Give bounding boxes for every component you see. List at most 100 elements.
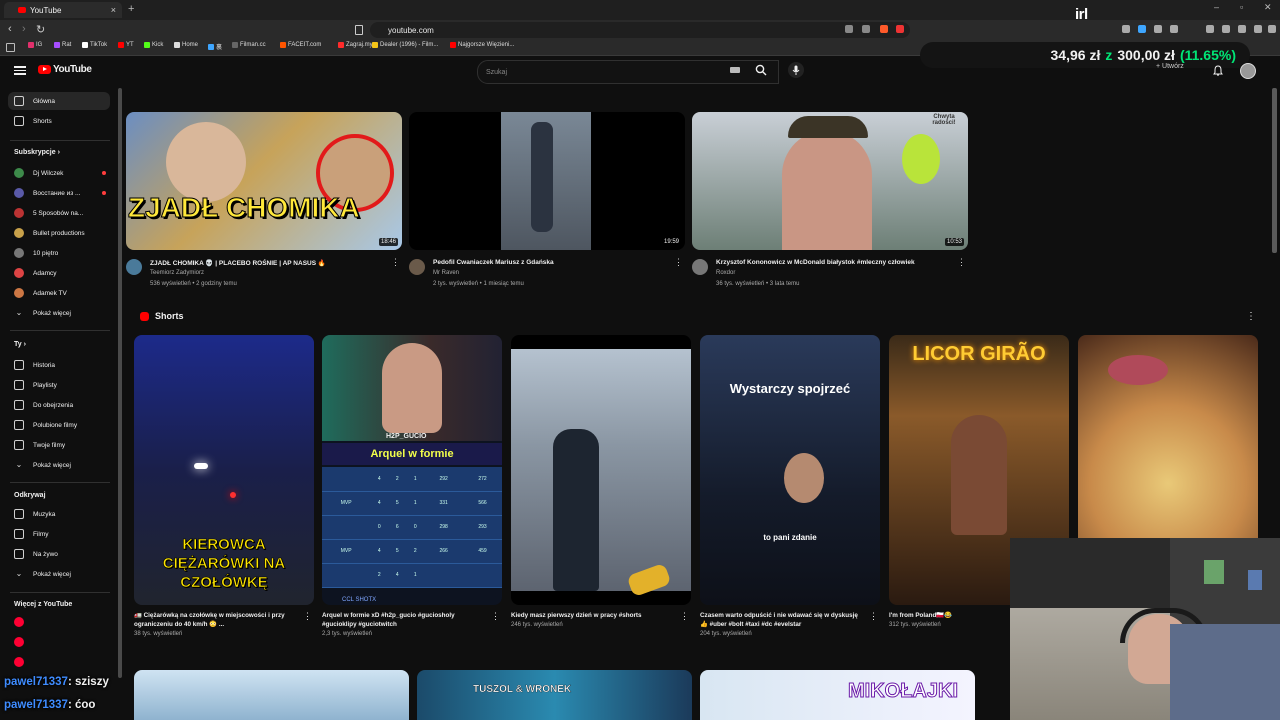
maximize-icon[interactable]: ▫ — [1240, 2, 1243, 12]
channel-avatar[interactable] — [126, 259, 142, 275]
bookmark-item[interactable]: FACEIT.com — [280, 42, 321, 48]
sidebar-item-subscription[interactable]: Bullet productions — [8, 224, 110, 242]
video-thumbnail[interactable]: TUSZOL & WRONEK — [417, 670, 692, 720]
tab-close-icon[interactable]: × — [111, 5, 116, 15]
minimize-icon[interactable]: – — [1214, 2, 1219, 12]
apps-grid-icon[interactable] — [6, 43, 15, 52]
notifications-bell-icon[interactable] — [1213, 65, 1223, 76]
more-actions-icon[interactable]: ⋮ — [491, 611, 500, 622]
sidebar-item-shorts[interactable]: Shorts — [8, 112, 110, 130]
sidebar-item-explore[interactable]: Muzyka — [8, 505, 110, 523]
extension-icon[interactable] — [1222, 25, 1230, 33]
short-card[interactable]: Wystarczy spojrzeć to pani zdanie Czasem… — [700, 335, 880, 637]
short-thumbnail[interactable]: KIEROWCA CIĘŻARÓWKI NA CZOŁÓWKĘ — [134, 335, 314, 605]
subscriptions-show-more[interactable]: ⌄ Pokaż więcej — [8, 304, 110, 322]
video-thumbnail[interactable]: Chwyta radości! 10:53 — [692, 112, 968, 250]
short-card[interactable]: KIEROWCA CIĘŻARÓWKI NA CZOŁÓWKĘ 🚛 Ciężar… — [134, 335, 314, 637]
channel-avatar[interactable] — [692, 259, 708, 275]
forward-icon[interactable]: › — [22, 23, 26, 35]
sidebar-item-you[interactable]: Polubione filmy — [8, 416, 110, 434]
sidebar-item-subscription[interactable]: 10 piętro — [8, 244, 110, 262]
short-card[interactable]: H2P_GUCIO Arquel w formie 4 2 1 292 272 MVP 4 5… — [322, 335, 502, 637]
video-thumbnail[interactable]: ZJADŁ CHOMIKA 18:46 — [126, 112, 402, 250]
video-card[interactable]: ZJADŁ CHOMIKA 18:46 ZJADŁ CHOMIKA 💀 | PL… — [126, 112, 402, 295]
more-actions-icon[interactable]: ⋮ — [303, 611, 312, 622]
bookmark-item[interactable]: Dealer (1996) - Film... — [372, 42, 438, 48]
sidebar-toggle-icon[interactable] — [1206, 25, 1214, 33]
new-tab-button[interactable]: + — [128, 3, 134, 15]
more-actions-icon[interactable]: ⋮ — [869, 611, 878, 622]
video-title[interactable]: Krzysztof Kononowicz w McDonald białysto… — [716, 259, 915, 266]
bookmark-item[interactable]: Najgorsze Więzieni... — [450, 42, 514, 48]
bookmark-page-icon[interactable] — [355, 25, 363, 35]
channel-avatar[interactable] — [409, 259, 425, 275]
back-icon[interactable]: ‹ — [8, 23, 12, 35]
video-title[interactable]: Pedofil Cwaniaczek Mariusz z Gdańska — [433, 259, 554, 266]
short-title[interactable]: 🚛 Ciężarówką na czołówkę w miejscowości … — [134, 611, 314, 629]
page-scrollbar[interactable] — [1272, 88, 1277, 253]
bookmark-item[interactable]: IG — [28, 42, 42, 48]
sidebar-item-subscription[interactable]: Adamek TV — [8, 284, 110, 302]
video-title[interactable]: ZJADŁ CHOMIKA 💀 | PLACEBO ROŚNIE | AP NA… — [150, 259, 326, 267]
account-avatar[interactable] — [1240, 63, 1256, 79]
bookmark-item[interactable]: Zagraj.my — [338, 42, 373, 48]
bookmark-item[interactable]: Home — [174, 42, 198, 48]
close-window-icon[interactable]: ✕ — [1264, 2, 1272, 13]
sidebar-item-more[interactable] — [8, 653, 110, 671]
bookmark-item[interactable]: TikTok — [82, 42, 107, 48]
sidebar-item-you[interactable]: Playlisty — [8, 376, 110, 394]
youtube-logo[interactable]: YouTube — [38, 64, 92, 75]
more-actions-icon[interactable]: ⋮ — [957, 258, 966, 267]
sidebar-item-you[interactable]: Historia — [8, 356, 110, 374]
shorts-more-actions-icon[interactable]: ⋮ — [1246, 311, 1256, 322]
sidebar-item-explore[interactable]: Na żywo — [8, 545, 110, 563]
bookmark-item[interactable]: YT — [118, 42, 134, 48]
sidebar-item-subscription[interactable]: Dj Wilczek — [8, 164, 110, 182]
video-card[interactable]: 19:59 Pedofil Cwaniaczek Mariusz z Gdańs… — [409, 112, 685, 295]
sidebar-item-explore[interactable]: Filmy — [8, 525, 110, 543]
more-actions-icon[interactable]: ⋮ — [391, 258, 400, 267]
short-title[interactable]: Arquel w formie xD #h2p_gucio #gucioshol… — [322, 611, 502, 629]
more-actions-icon[interactable]: ⋮ — [680, 611, 689, 622]
bookmark-item[interactable]: Kick — [144, 42, 163, 48]
video-thumbnail[interactable]: 19:59 — [409, 112, 685, 250]
short-card[interactable]: Kiedy masz pierwszy dzień w pracy #short… — [511, 335, 691, 628]
brave-shield-icon[interactable] — [880, 25, 888, 33]
you-show-more[interactable]: ⌄ Pokaż więcej — [8, 456, 110, 474]
short-thumbnail[interactable]: H2P_GUCIO Arquel w formie 4 2 1 292 272 MVP 4 5… — [322, 335, 502, 605]
sidebar-item-subscription[interactable]: 5 Sposobów na... — [8, 204, 110, 222]
search-icon[interactable] — [755, 64, 767, 76]
guide-menu-icon[interactable] — [14, 64, 26, 76]
video-thumbnail[interactable] — [134, 670, 409, 720]
reload-icon[interactable]: ↻ — [36, 23, 45, 36]
more-actions-icon[interactable]: ⋮ — [674, 258, 683, 267]
bookmark-item[interactable]: Rat — [54, 42, 71, 48]
browser-tab[interactable]: YouTube × — [4, 2, 122, 18]
create-button[interactable]: + Utwórz — [1156, 63, 1184, 70]
extension-icon[interactable] — [1138, 25, 1146, 33]
video-channel[interactable]: Roxdor — [716, 270, 735, 276]
extension-icon[interactable] — [1154, 25, 1162, 33]
sidebar-item-subscription[interactable]: Adamcy — [8, 264, 110, 282]
short-thumbnail[interactable]: Wystarczy spojrzeć to pani zdanie — [700, 335, 880, 605]
video-channel[interactable]: Mr Raven — [433, 270, 459, 276]
video-card[interactable]: Chwyta radości! 10:53 Krzysztof Kononowi… — [692, 112, 968, 295]
sidebar-item-more[interactable] — [8, 633, 110, 651]
sidebar-item-you[interactable]: Twoje filmy — [8, 436, 110, 454]
sidebar-item-home[interactable]: Główna — [8, 92, 110, 110]
extension-icon[interactable] — [1170, 25, 1178, 33]
sidebar-scrollbar[interactable] — [118, 88, 122, 678]
video-thumbnail[interactable]: MIKOŁAJKI — [700, 670, 975, 720]
bookmark-item[interactable]: Filman.cc — [232, 42, 266, 48]
url-bar[interactable]: youtube.com — [370, 22, 910, 38]
brave-rewards-icon[interactable] — [896, 25, 904, 33]
short-title[interactable]: Kiedy masz pierwszy dzień w pracy #short… — [511, 611, 691, 620]
bookmark-item[interactable]: 裏 — [208, 42, 222, 51]
video-channel[interactable]: Teemiorz Zadymiorz — [150, 270, 204, 276]
explore-show-more[interactable]: ⌄ Pokaż więcej — [8, 565, 110, 583]
browser-menu-icon[interactable] — [1268, 25, 1276, 33]
sidebar-item-subscription[interactable]: Восстание из ... — [8, 184, 110, 202]
subscriptions-heading[interactable]: Subskrypcje › — [14, 149, 60, 156]
short-thumbnail[interactable] — [511, 335, 691, 605]
share-icon[interactable] — [862, 25, 870, 33]
